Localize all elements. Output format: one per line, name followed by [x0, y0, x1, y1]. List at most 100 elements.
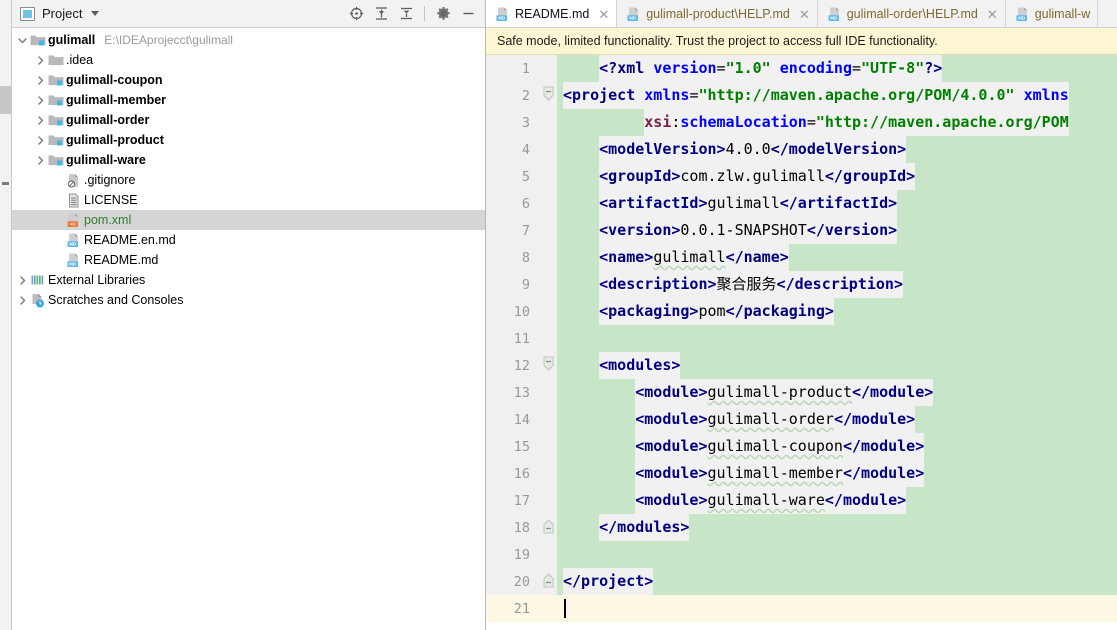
code-line[interactable]: 5 <groupId> com.zlw.gulimall </groupId> — [486, 163, 1117, 190]
code-token: </modules> — [599, 514, 690, 541]
tree-item-label: gulimall-coupon — [66, 73, 163, 87]
tree-item-pom-xml[interactable]: <> pom.xml — [12, 210, 485, 230]
left-tool-strip[interactable]: Structure Favorites — [0, 0, 12, 630]
fold-gutter — [540, 379, 557, 406]
safe-mode-notification[interactable]: Safe mode, limited functionality. Trust … — [486, 28, 1117, 55]
code-token: gulimall-member — [707, 460, 843, 487]
close-icon[interactable]: ✕ — [598, 8, 609, 21]
code-text: <modelVersion> 4.0.0 </modelVersion> — [563, 136, 1117, 163]
project-tree[interactable]: gulimall E:\IDEAprojecct\gulimall .idea gul… — [12, 28, 485, 630]
tree-expand-arrow[interactable] — [16, 35, 29, 46]
tree-expand-arrow[interactable] — [34, 135, 47, 146]
fold-marker[interactable] — [540, 352, 557, 379]
expand-all-button[interactable] — [370, 3, 392, 25]
code-line[interactable]: 6 <artifactId> gulimall </artifactId> — [486, 190, 1117, 217]
tree-item-gulimall-order[interactable]: gulimall-order — [12, 110, 485, 130]
code-line[interactable]: 12 <modules> — [486, 352, 1117, 379]
tree-item-gulimall-ware[interactable]: gulimall-ware — [12, 150, 485, 170]
tree-item-gulimall[interactable]: gulimall E:\IDEAprojecct\gulimall — [12, 30, 485, 50]
code-line[interactable]: 14 <module> gulimall-order </module> — [486, 406, 1117, 433]
project-window-icon — [20, 6, 35, 21]
settings-button[interactable] — [432, 3, 454, 25]
editor-tab-gulimall-order-help-md[interactable]: MD gulimall-order\HELP.md ✕ — [817, 0, 1006, 27]
module-folder-icon — [48, 135, 63, 146]
close-icon[interactable]: ✕ — [799, 8, 810, 21]
module-folder-icon — [48, 155, 63, 166]
tree-item-label: gulimall — [48, 33, 96, 47]
code-line[interactable]: 10 <packaging> pom </packaging> — [486, 298, 1117, 325]
code-line[interactable]: 8 <name> gulimall </name> — [486, 244, 1117, 271]
code-token: 0.0.1-SNAPSHOT — [680, 217, 807, 244]
fold-marker[interactable] — [540, 82, 557, 109]
left-strip-dash — [2, 182, 9, 185]
editor-area: MD README.md ✕ MD gulimall-product\HELP.md ✕ M… — [486, 0, 1117, 630]
line-number: 14 — [486, 406, 540, 433]
code-line[interactable]: 13 <module> gulimall-product </module> — [486, 379, 1117, 406]
code-line[interactable]: 15 <module> gulimall-coupon </module> — [486, 433, 1117, 460]
fold-expand-icon — [543, 573, 554, 588]
tree-expand-arrow[interactable] — [16, 275, 29, 286]
fold-marker[interactable] — [540, 514, 557, 541]
code-line[interactable]: 21 — [486, 595, 1117, 622]
tree-item-readme-md[interactable]: MD README.md — [12, 250, 485, 270]
editor-tab-gulimall-product-help-md[interactable]: MD gulimall-product\HELP.md ✕ — [617, 0, 818, 27]
code-token: gulimall-ware — [707, 487, 825, 514]
code-line[interactable]: 20 </project> — [486, 568, 1117, 595]
code-line[interactable]: 7 <version> 0.0.1-SNAPSHOT </version> — [486, 217, 1117, 244]
code-line[interactable]: 17 <module> gulimall-ware </module> — [486, 487, 1117, 514]
tree-expand-arrow[interactable] — [34, 155, 47, 166]
tree-expand-arrow[interactable] — [34, 95, 47, 106]
editor-tab-label: gulimall-order\HELP.md — [846, 7, 978, 21]
tree-item-scratches-and-consoles[interactable]: Scratches and Consoles — [12, 290, 485, 310]
text-caret — [564, 599, 566, 618]
project-panel-title-group[interactable]: Project — [20, 6, 100, 21]
hide-button[interactable] — [457, 3, 479, 25]
crosshair-target-icon — [349, 6, 363, 21]
tree-item-gulimall-product[interactable]: gulimall-product — [12, 130, 485, 150]
tree-expand-arrow[interactable] — [16, 295, 29, 306]
maven-pom-file-icon: <> — [67, 213, 78, 227]
line-number: 5 — [486, 163, 540, 190]
collapse-all-button[interactable] — [395, 3, 417, 25]
code-line[interactable]: 4 <modelVersion> 4.0.0 </modelVersion> — [486, 136, 1117, 163]
code-line[interactable]: 16 <module> gulimall-member </module> — [486, 460, 1117, 487]
gear-icon — [436, 6, 450, 20]
editor-tab-readme-md[interactable]: MD README.md ✕ — [486, 0, 618, 27]
code-text — [563, 541, 1117, 568]
code-line[interactable]: 9 <description> 聚合服务 </description> — [486, 271, 1117, 298]
project-panel-header: Project — [12, 0, 485, 28]
code-line[interactable]: 3 xsi: schemaLocation = "http://maven.apach… — [486, 109, 1117, 136]
tree-expand-arrow[interactable] — [34, 55, 47, 66]
tree-item-gitignore[interactable]: .gitignore — [12, 170, 485, 190]
tree-item-external-libraries[interactable]: External Libraries — [12, 270, 485, 290]
tree-item-idea[interactable]: .idea — [12, 50, 485, 70]
tree-item-gulimall-member[interactable]: gulimall-member — [12, 90, 485, 110]
chevron-down-icon[interactable] — [91, 11, 100, 16]
locate-button[interactable] — [345, 3, 367, 25]
code-token: <packaging> — [599, 298, 699, 325]
tree-expand-arrow[interactable] — [34, 115, 47, 126]
code-line[interactable]: 19 — [486, 541, 1117, 568]
tree-item-license[interactable]: LICENSE — [12, 190, 485, 210]
tree-expand-arrow[interactable] — [34, 75, 47, 86]
fold-collapse-icon — [543, 86, 554, 101]
line-number: 7 — [486, 217, 540, 244]
code-line[interactable]: 11 — [486, 325, 1117, 352]
code-editor[interactable]: 1 <? xml version = "1.0" encoding = "UTF-8" ?>… — [486, 55, 1117, 630]
fold-marker[interactable] — [540, 568, 557, 595]
svg-text:MD: MD — [69, 241, 76, 246]
editor-tab-gulimall-w[interactable]: MD gulimall-w — [1005, 0, 1099, 27]
chevron-down-icon — [18, 37, 27, 43]
code-line[interactable]: 2 <project xmlns = "http://maven.apache.org… — [486, 82, 1117, 109]
tree-item-gulimall-coupon[interactable]: gulimall-coupon — [12, 70, 485, 90]
code-line[interactable]: 1 <? xml version = "1.0" encoding = "UTF-8" ?> — [486, 55, 1117, 82]
close-icon[interactable]: ✕ — [987, 8, 998, 21]
code-text: <name> gulimall </name> — [563, 244, 1117, 271]
code-line[interactable]: 18 </modules> — [486, 514, 1117, 541]
maven-pom-file-icon: <> — [65, 213, 82, 228]
tree-item-readme-en-md[interactable]: MD README.en.md — [12, 230, 485, 250]
module-folder-icon — [48, 75, 63, 86]
editor-tab-bar[interactable]: MD README.md ✕ MD gulimall-product\HELP.md ✕ M… — [486, 0, 1117, 28]
